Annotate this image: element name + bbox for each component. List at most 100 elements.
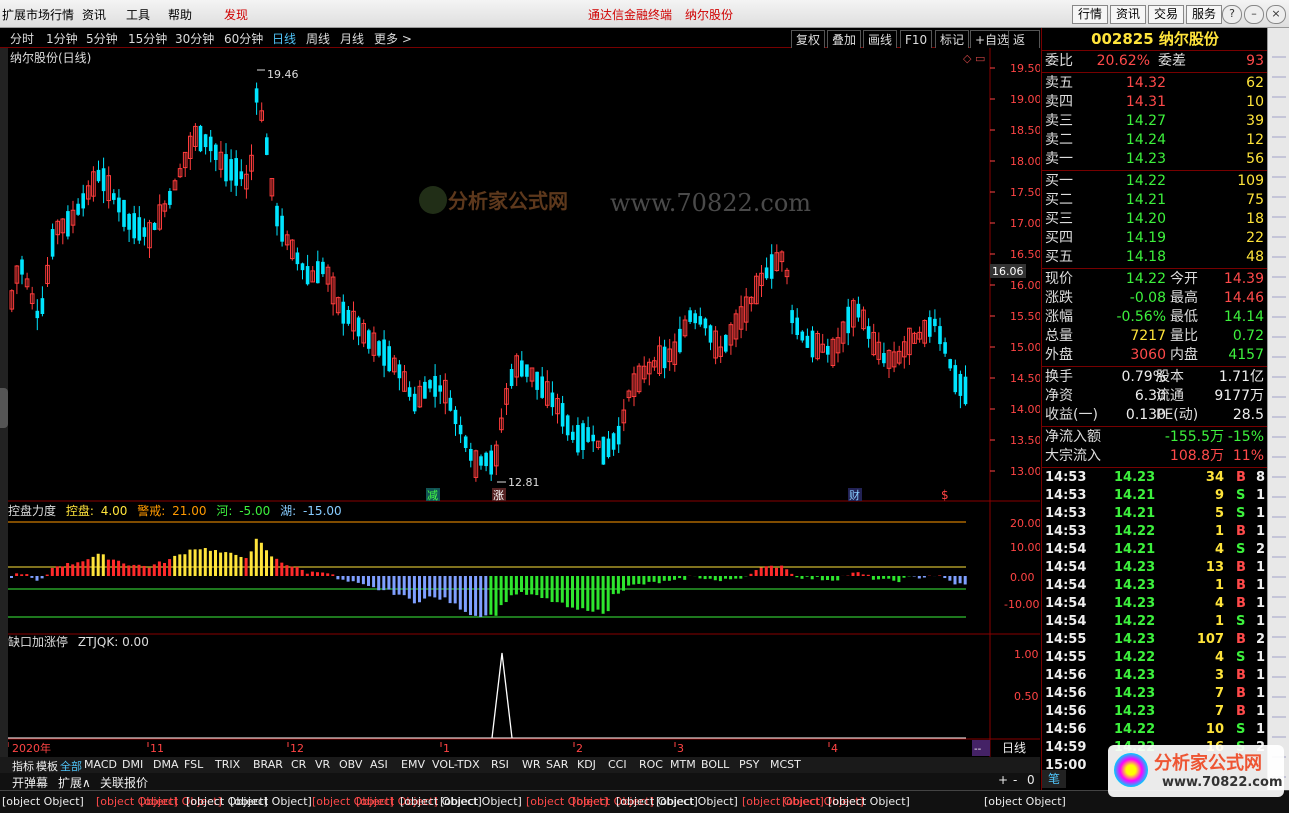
stat-row: 换手 0.79% 股本 1.71亿 [1045, 369, 1264, 385]
quote-button[interactable]: 行情 [1072, 5, 1109, 24]
tick-row: 14:54 14.21 4 S 2 [1045, 542, 1266, 557]
ind1-axis-label: -10.00 [1004, 598, 1039, 611]
high-label: 19.46 [267, 68, 299, 81]
period-tab[interactable]: 月线 [340, 30, 364, 47]
event-marker-dividend[interactable]: $ [941, 488, 949, 502]
tick-row: 14:56 14.23 3 B 1 [1045, 668, 1266, 683]
mark-button[interactable]: 标记 [935, 30, 970, 49]
side-toolbar-icons[interactable] [1272, 38, 1286, 778]
bid-row: 买三 14.20 18 [1045, 211, 1264, 227]
draw-button[interactable]: 画线 [863, 30, 898, 49]
indicator-tab[interactable]: 全部 [60, 758, 82, 774]
indicator-tab[interactable]: ASI [370, 758, 388, 771]
period-more[interactable]: 更多 > [374, 30, 412, 47]
indicator-tab[interactable]: RSI [491, 758, 509, 771]
period-tab[interactable]: 60分钟 [224, 30, 263, 47]
indicator-tab[interactable]: VOL-TDX [432, 758, 480, 771]
help-icon[interactable]: ? [1222, 5, 1242, 24]
chart-area[interactable]: 纳尔股份(日线) ◇ ▭ 19.50 19.00 18.50 18.00 17.50 17… [8, 48, 1040, 760]
indicator-tab[interactable]: SAR [546, 758, 568, 771]
barrage-toggle[interactable]: 开弹幕 [12, 774, 48, 791]
minimize-icon[interactable]: – [1244, 5, 1264, 24]
adjust-button[interactable]: 复权 [791, 30, 826, 49]
tick-row: 14:55 14.23 107 B 2 [1045, 632, 1266, 647]
indicator-tab[interactable]: MTM [670, 758, 696, 771]
reset-zoom-icon[interactable]: 0 [1027, 773, 1035, 787]
period-tab[interactable]: 5分钟 [86, 30, 118, 47]
menu-help[interactable]: 帮助 [168, 6, 192, 23]
price-axis-label: 15.50 [1010, 310, 1040, 323]
menu-tools[interactable]: 工具 [126, 6, 150, 23]
indicator-tab[interactable]: 指标 [12, 758, 34, 774]
indicator-tab[interactable]: WR [522, 758, 541, 771]
price-axis-label: 13.50 [1010, 434, 1040, 447]
service-button[interactable]: 服务 [1186, 5, 1223, 24]
scroll-end-icon[interactable]: -- [974, 744, 982, 755]
indicator-tab[interactable]: DMI [122, 758, 143, 771]
period-tab[interactable]: 分时 [10, 30, 34, 47]
svg-text:12: 12 [290, 742, 304, 755]
price-axis-label: 16.50 [1010, 248, 1040, 261]
expand-handle[interactable] [0, 388, 8, 428]
event-marker-reduce[interactable]: 减 [427, 489, 438, 502]
svg-text:4: 4 [831, 742, 838, 755]
menu-news[interactable]: 资讯 [82, 6, 106, 23]
trade-button[interactable]: 交易 [1148, 5, 1185, 24]
indicator-tab[interactable]: CCI [608, 758, 627, 771]
watermark-url: www.70822.com [610, 189, 811, 217]
chart-title: 纳尔股份(日线) [10, 50, 91, 65]
indicator-tab[interactable]: TRIX [215, 758, 240, 771]
period-tab-selected[interactable]: 日线 [272, 30, 296, 47]
site-logo: 分析家公式网 www.70822.com [1108, 745, 1284, 797]
zoom-out-icon[interactable]: - [1013, 773, 1017, 787]
price-axis-label: 15.00 [1010, 341, 1040, 354]
event-marker-rise[interactable]: 涨 [493, 489, 504, 502]
extend-toggle[interactable]: 扩展∧ [58, 774, 91, 791]
info-button[interactable]: 资讯 [1110, 5, 1147, 24]
stat-row: 收益(一) 0.130 PE(动) 28.5 [1045, 407, 1264, 423]
svg-text:缺口加涨停 ZTJQK: 0.00: 缺口加涨停 ZTJQK: 0.00 [8, 634, 149, 649]
left-edge [0, 48, 8, 757]
indicator-tab[interactable]: MCST [770, 758, 801, 771]
status-item: [object Object] [984, 795, 1066, 808]
price-axis-label: 14.00 [1010, 403, 1040, 416]
indicator-tab[interactable]: KDJ [577, 758, 596, 771]
indicator-tab[interactable]: DMA [153, 758, 179, 771]
related-quotes[interactable]: 关联报价 [100, 774, 148, 791]
indicator2-name: 缺口加涨停 [8, 634, 68, 649]
indicator-tab[interactable]: FSL [184, 758, 203, 771]
close-icon[interactable]: × [1266, 5, 1286, 24]
period-tab[interactable]: 1分钟 [46, 30, 78, 47]
tick-row: 14:53 14.22 1 B 1 [1045, 524, 1266, 539]
f10-button[interactable]: F10 [900, 30, 933, 49]
panel-toggle-icon[interactable]: ◇ ▭ [963, 52, 985, 65]
menu-extended-market[interactable]: 扩展市场行情 [2, 6, 74, 23]
menu-bar: 扩展市场行情 资讯 工具 帮助 发现 通达信金融终端 纳尔股份 行情 资讯 交易… [0, 0, 1289, 28]
back-button[interactable]: 返回 [1008, 30, 1040, 65]
indicator-tab[interactable]: 模板 [36, 758, 58, 774]
indicator-tab[interactable]: ROC [639, 758, 663, 771]
overlay-button[interactable]: 叠加 [827, 30, 862, 49]
menu-discover[interactable]: 发现 [224, 6, 248, 23]
stock-title: 纳尔股份 [685, 8, 734, 22]
logo-url: www.70822.com [1162, 775, 1283, 790]
order-ratio-row: 委比 20.62% 委差 93 [1045, 53, 1264, 69]
tick-tab[interactable]: 笔 [1042, 770, 1066, 788]
zoom-in-icon[interactable]: + [998, 773, 1008, 787]
indicator-tab[interactable]: CR [291, 758, 306, 771]
bid-row: 买五 14.18 48 [1045, 249, 1264, 265]
period-bar: 分时 1分钟 5分钟 15分钟 30分钟 60分钟 日线 周线 月线 更多 > … [0, 28, 1040, 65]
period-tab[interactable]: 15分钟 [128, 30, 167, 47]
indicator-tab[interactable]: BRAR [253, 758, 283, 771]
ask-row: 卖五 14.32 62 [1045, 75, 1264, 91]
indicator-tab[interactable]: BOLL [701, 758, 729, 771]
indicator-tab[interactable]: EMV [401, 758, 425, 771]
indicator-tab[interactable]: OBV [339, 758, 362, 771]
period-tab[interactable]: 30分钟 [175, 30, 214, 47]
period-tab[interactable]: 周线 [306, 30, 330, 47]
indicator-tab[interactable]: MACD [84, 758, 117, 771]
indicator-tab[interactable]: PSY [739, 758, 759, 771]
ind1-axis-label: 0.00 [1010, 571, 1035, 584]
indicator-tab[interactable]: VR [315, 758, 330, 771]
event-marker-finance[interactable]: 财 [849, 488, 860, 502]
